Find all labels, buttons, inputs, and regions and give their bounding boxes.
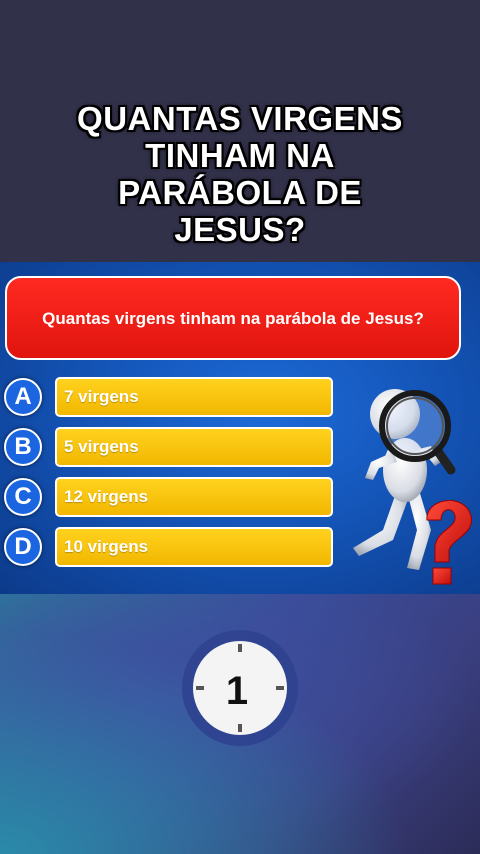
option-answer-d[interactable]: 10 virgens: [55, 527, 333, 567]
option-letter-c[interactable]: C: [4, 478, 42, 516]
quiz-panel: Quantas virgens tinham na parábola de Je…: [0, 262, 480, 594]
option-answer-c[interactable]: 12 virgens: [55, 477, 333, 517]
timer-value: 1: [226, 669, 248, 713]
option-answer-a[interactable]: 7 virgens: [55, 377, 333, 417]
headline-line: JESUS?: [174, 211, 306, 248]
option-letter-d[interactable]: D: [4, 528, 42, 566]
question-box: Quantas virgens tinham na parábola de Je…: [5, 276, 461, 360]
option-answer-b[interactable]: 5 virgens: [55, 427, 333, 467]
option-letter-b[interactable]: B: [4, 428, 42, 466]
option-c[interactable]: C 12 virgens: [4, 477, 334, 517]
headline-line: QUANTAS VIRGENS: [77, 100, 403, 137]
headline-line: PARÁBOLA DE: [118, 174, 362, 211]
option-a[interactable]: A 7 virgens: [4, 377, 334, 417]
question-text: Quantas virgens tinham na parábola de Je…: [42, 308, 424, 328]
stopwatch-icon: 1: [182, 630, 298, 746]
option-b[interactable]: B 5 virgens: [4, 427, 334, 467]
option-d[interactable]: D 10 virgens: [4, 527, 334, 567]
headline-title: QUANTAS VIRGENS TINHAM NA PARÁBOLA DE JE…: [0, 100, 480, 248]
magnifier-figure-icon: [353, 389, 472, 585]
option-letter-a[interactable]: A: [4, 378, 42, 416]
headline-line: TINHAM NA: [145, 137, 335, 174]
